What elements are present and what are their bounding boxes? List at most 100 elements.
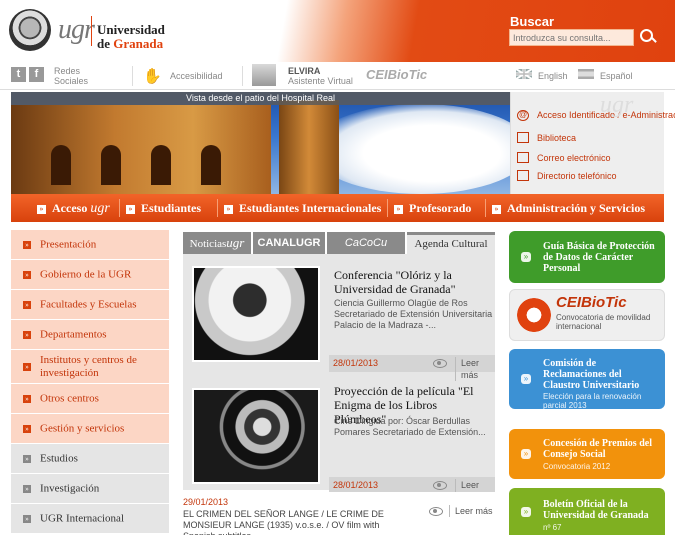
banner-title: Comisión de Reclamaciones del Claustro U… [543,358,640,391]
news-body: Cine Dirigida por: Óscar Berdullas Pomar… [334,416,486,437]
de-text: de [97,36,114,51]
eye-icon [429,507,443,516]
utility-bar: t f Redes Sociales ✋ Accesibilidad ELVIR… [0,62,675,90]
banner-title: Boletín Oficial de la Universidad de Gra… [543,499,649,521]
ceibiotic-logo[interactable]: CEIBioTic [366,67,427,82]
left-menu-item[interactable]: » Investigación [11,474,169,504]
chevron-right-icon: » [23,330,31,339]
left-menu-item[interactable]: » Presentación [11,230,169,260]
nav-profesorado[interactable]: » Profesorado [394,194,471,222]
tab-label: Noticias [189,238,227,250]
divider [242,66,243,86]
ugr-watermark: ugr [600,92,634,118]
chevron-right-icon: » [23,394,31,403]
left-menu-label: Institutos y centros de investigación [40,353,137,379]
read-more-link[interactable]: Leer más [449,505,493,517]
english-link[interactable]: English [538,71,568,81]
uk-flag-icon[interactable] [516,69,532,79]
elvira-name: ELVIRA [288,66,321,76]
left-menu-item[interactable]: » Otros centros [11,384,169,414]
granada-text: Granada [113,36,164,51]
twitter-icon[interactable]: t [11,67,26,82]
nav-label-it: ugr [90,201,110,216]
search-input[interactable] [509,29,634,46]
spain-flag-icon[interactable] [578,69,594,79]
tab-noticias[interactable]: Noticiasugr [183,232,251,254]
hero-building [11,105,271,194]
nav-divider [485,199,486,217]
left-menu-item[interactable]: » Gestión y servicios [11,414,169,444]
nav-label: Estudiantes [141,201,202,215]
left-menu-item[interactable]: » Departamentos [11,320,169,350]
tab-cacocu[interactable]: CaCoCu [327,232,405,254]
nav-divider [217,199,218,217]
facebook-icon[interactable]: f [29,67,44,82]
quick-link-label: Correo electrónico [537,153,611,163]
redes-line1: Redes [54,66,81,76]
university-crest-logo[interactable] [9,9,51,51]
chevron-right-icon: » [394,205,403,214]
left-menu-item[interactable]: » UGR Internacional [11,504,169,534]
chevron-right-icon: » [23,240,31,249]
left-menu-item[interactable]: » Institutos y centros de investigación [11,350,169,384]
banner-premios[interactable]: » Concesión de Premios del Consejo Socia… [509,429,665,479]
chevron-right-icon: » [23,362,31,371]
nav-acceso[interactable]: » Acceso ugr [37,194,110,222]
chevron-right-icon: » [23,300,31,309]
espanol-link[interactable]: Español [600,71,633,81]
chevron-right-icon: » [521,506,531,517]
left-menu-label: UGR Internacional [40,512,124,524]
divider [132,66,133,86]
hero-image: Vista desde el patio del Hospital Real [11,92,510,194]
news-title[interactable]: Conferencia "Olóriz y la Universidad de … [334,268,492,296]
hero-caption: Vista desde el patio del Hospital Real [11,92,510,105]
book-icon [517,132,529,143]
chevron-right-icon: » [224,205,233,214]
banner-title: CEIBioTic [556,294,627,311]
banner-proteccion-datos[interactable]: » Guía Básica de Protección de Datos de … [509,231,665,283]
main-nav: » Acceso ugr » Estudiantes » Estudiantes In… [11,194,664,222]
hand-accessibility-icon: ✋ [143,68,162,85]
news-title[interactable]: EL CRIMEN DEL SEÑOR LANGE / LE CRIME DE … [183,509,408,535]
news-date: 29/01/2013 [183,497,229,507]
left-menu-label: Otros centros [40,392,99,404]
nav-label: Profesorado [409,201,472,215]
nav-administracion[interactable]: » Administración y Servicios [492,194,645,222]
logo-ugr[interactable]: ugr [58,14,95,46]
chevron-right-icon: » [23,454,31,463]
search-icon[interactable] [637,27,658,48]
elvira-avatar[interactable] [252,64,276,86]
left-menu-label: Presentación [40,238,97,250]
nav-divider [387,199,388,217]
redes-sociales-link[interactable]: Redes Sociales [54,66,88,86]
nav-estudiantes[interactable]: » Estudiantes [126,194,201,222]
banner-reclamaciones[interactable]: » Comisión de Reclamaciones del Claustro… [509,349,665,410]
accesibilidad-link[interactable]: Accesibilidad [170,71,223,81]
quick-link-label: Directorio telefónico [537,171,617,181]
news-thumbnail[interactable] [192,266,320,362]
university-name[interactable]: Universidad de Granada [97,23,165,51]
left-menu-item[interactable]: » Facultades y Escuelas [11,290,169,320]
left-menu-label: Departamentos [40,328,107,340]
logo-divider [91,16,92,46]
banner-ceibiotic[interactable]: CEIBioTic Convocatoria de movilidad inte… [509,289,665,341]
left-menu-item[interactable]: » Estudios [11,444,169,474]
banner-subtitle: Convocatoria de movilidad internacional [556,313,651,331]
news-tabs: Noticiasugr CANALUGR CaCoCu Agenda Cultu… [183,232,495,254]
eye-icon [433,481,447,490]
left-menu-label: Gobierno de la UGR [40,268,132,280]
banner-boletin[interactable]: » Boletín Oficial de la Universidad de G… [509,488,665,535]
tab-agenda-cultural[interactable]: Agenda Cultural [407,232,495,254]
news-date: 28/01/2013 [333,358,379,368]
nav-label: Estudiantes Internacionales [239,201,382,215]
banner-subtitle: Convocatoria 2012 [543,462,611,471]
news-row-plain: 29/01/2013 EL CRIMEN DEL SEÑOR LANGE / L… [183,492,495,535]
elvira-link[interactable]: ELVIRA Asistente Virtual [288,66,353,86]
left-menu-item[interactable]: » Gobierno de la UGR [11,260,169,290]
chevron-right-icon: » [23,424,31,433]
hero-tower [279,100,339,194]
news-card: Conferencia "Olóriz y la Universidad de … [189,254,495,381]
news-thumbnail[interactable] [192,388,320,484]
tab-canalugr[interactable]: CANALUGR [253,232,325,254]
nav-internacionales[interactable]: » Estudiantes Internacionales [224,194,381,222]
